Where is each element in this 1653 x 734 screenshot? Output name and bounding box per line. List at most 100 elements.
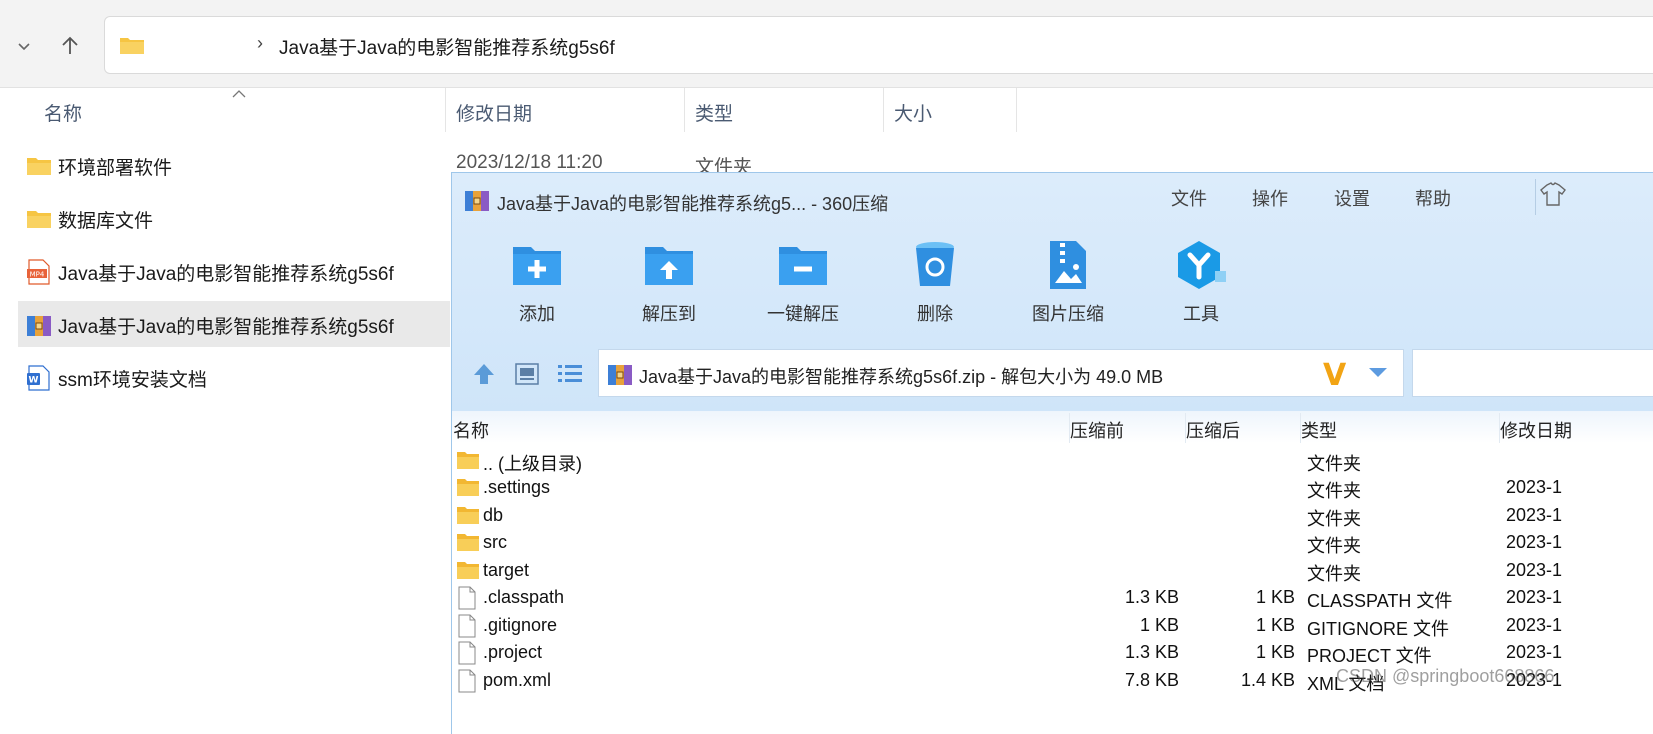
file-row[interactable]: MP4 Java基于Java的电影智能推荐系统g5s6f [18, 248, 450, 294]
delete-label: 删除 [917, 304, 953, 324]
entry-size-after: 1.4 KB [1240, 670, 1295, 690]
svg-text:W: W [29, 376, 39, 386]
menu-file[interactable]: 文件 [1171, 185, 1207, 211]
entry-size-before: 1.3 KB [1124, 642, 1179, 662]
folder-icon [457, 479, 479, 496]
entry-type: GITIGNORE 文件 [1307, 619, 1450, 639]
folder-icon [457, 562, 479, 579]
chevron-down-icon [18, 43, 30, 51]
folder-icon [457, 534, 479, 551]
add-label: 添加 [519, 304, 555, 324]
entry-type: 文件夹 [1307, 536, 1361, 556]
entry-size-before: 1 KB [1139, 615, 1179, 635]
delete-button[interactable]: 删除 [880, 239, 990, 329]
word-document-icon: W [27, 365, 50, 391]
entry-name: src [483, 532, 507, 552]
up-button[interactable] [52, 28, 88, 64]
arrow-up-icon [474, 364, 494, 384]
arrow-up-icon [62, 36, 78, 54]
archive-row[interactable]: .project 1.3 KB 1 KB PROJECT 文件 2023-1 [452, 639, 1653, 666]
archive-row[interactable]: target 文件夹 2023-1 [452, 557, 1653, 584]
entry-name: .. (上级目录) [483, 454, 582, 474]
zip-archive-icon [608, 365, 632, 385]
file-icon [458, 586, 476, 610]
tools-label: 工具 [1183, 304, 1219, 324]
breadcrumb-separator: › [257, 33, 263, 53]
zip-archive-icon [465, 191, 489, 211]
archive-row[interactable]: src 文件夹 2023-1 [452, 529, 1653, 556]
col-modified[interactable]: 修改日期 [1500, 417, 1572, 443]
folder-icon [457, 507, 479, 524]
list-view-button[interactable] [555, 359, 585, 389]
file-name: Java基于Java的电影智能推荐系统g5s6f [58, 317, 394, 338]
file-modified-date: 2023/12/18 11:20 [456, 152, 603, 173]
archive-row[interactable]: .classpath 1.3 KB 1 KB CLASSPATH 文件 2023… [452, 584, 1653, 611]
folder-icon [27, 158, 51, 175]
col-name[interactable]: 名称 [453, 417, 489, 443]
folder-icon [120, 38, 144, 54]
thumbnail-view-button[interactable] [512, 359, 542, 389]
col-type[interactable]: 类型 [1301, 417, 1337, 443]
recent-locations-button[interactable] [6, 28, 42, 64]
one-click-extract-button[interactable]: 一键解压 [748, 239, 858, 329]
path-dropdown-arrow-icon[interactable] [1369, 368, 1387, 377]
archive-path-text: Java基于Java的电影智能推荐系统g5s6f.zip - 解包大小为 49.… [639, 367, 1164, 387]
entry-modified: 2023-1 [1506, 477, 1563, 497]
archive-column-header: 名称 压缩前 压缩后 类型 修改日期 [452, 411, 1653, 443]
image-compress-button[interactable]: 图片压缩 [1013, 239, 1123, 329]
menu-operate[interactable]: 操作 [1252, 185, 1288, 211]
menu-settings[interactable]: 设置 [1334, 185, 1370, 211]
entry-modified: 2023-1 [1506, 560, 1563, 580]
tools-button[interactable]: 工具 [1146, 239, 1256, 329]
file-name: ssm环境安装文档 [58, 370, 207, 391]
add-folder-icon [513, 247, 561, 285]
entry-type: PROJECT 文件 [1307, 646, 1432, 666]
entry-modified: 2023-1 [1506, 587, 1563, 607]
v-logo-icon[interactable]: V [1323, 358, 1346, 393]
column-name[interactable]: 名称 [44, 88, 82, 132]
skin-shirt-icon[interactable] [1538, 179, 1568, 209]
file-icon [458, 669, 476, 693]
column-modified[interactable]: 修改日期 [445, 88, 685, 132]
extract-to-button[interactable]: 解压到 [614, 239, 724, 329]
explorer-toolbar: › Java基于Java的电影智能推荐系统g5s6f [0, 0, 1653, 88]
archive-search-box[interactable] [1412, 349, 1653, 397]
entry-size-after: 1 KB [1255, 587, 1295, 607]
file-row[interactable]: 环境部署软件 [18, 142, 450, 188]
parent-folder-button[interactable] [469, 359, 499, 389]
archive-row[interactable]: .gitignore 1 KB 1 KB GITIGNORE 文件 2023-1 [452, 612, 1653, 639]
entry-size-before: 7.8 KB [1124, 670, 1179, 690]
entry-name: db [483, 505, 504, 525]
add-button[interactable]: 添加 [482, 239, 592, 329]
entry-size-after: 1 KB [1255, 615, 1295, 635]
file-icon [458, 614, 476, 638]
file-row[interactable]: W ssm环境安装文档 [18, 354, 450, 400]
file-row-selected[interactable]: Java基于Java的电影智能推荐系统g5s6f [18, 301, 450, 347]
svg-text:MP4: MP4 [30, 271, 45, 279]
entry-name: .classpath [483, 587, 565, 607]
file-name: 环境部署软件 [58, 158, 173, 179]
entry-type: 文件夹 [1307, 454, 1361, 474]
image-compress-icon [1050, 241, 1086, 289]
file-icon [458, 641, 476, 665]
archive-row[interactable]: db 文件夹 2023-1 [452, 502, 1653, 529]
list-view-icon [558, 365, 582, 382]
column-type[interactable]: 类型 [684, 88, 884, 132]
file-row[interactable]: 数据库文件 [18, 195, 450, 241]
col-before[interactable]: 压缩前 [1070, 417, 1124, 443]
archive-row[interactable]: .. (上级目录) 文件夹 [452, 447, 1653, 474]
zip-archive-icon [27, 316, 51, 336]
entry-modified: 2023-1 [1506, 505, 1563, 525]
archive-path-bar[interactable]: Java基于Java的电影智能推荐系统g5s6f.zip - 解包大小为 49.… [598, 349, 1404, 397]
explorer-column-header: 名称 修改日期 类型 大小 [0, 88, 1653, 132]
menu-help[interactable]: 帮助 [1415, 185, 1451, 211]
archive-row[interactable]: .settings 文件夹 2023-1 [452, 474, 1653, 501]
col-after[interactable]: 压缩后 [1186, 417, 1240, 443]
delete-bin-icon [916, 242, 954, 286]
file-name: 数据库文件 [58, 211, 154, 232]
address-bar[interactable]: › Java基于Java的电影智能推荐系统g5s6f [104, 16, 1653, 74]
column-size[interactable]: 大小 [883, 88, 1017, 132]
one-click-extract-icon [779, 247, 827, 285]
archive-window-title: Java基于Java的电影智能推荐系统g5... - 360压缩 [497, 194, 889, 214]
breadcrumb-current-folder[interactable]: Java基于Java的电影智能推荐系统g5s6f [279, 33, 615, 60]
